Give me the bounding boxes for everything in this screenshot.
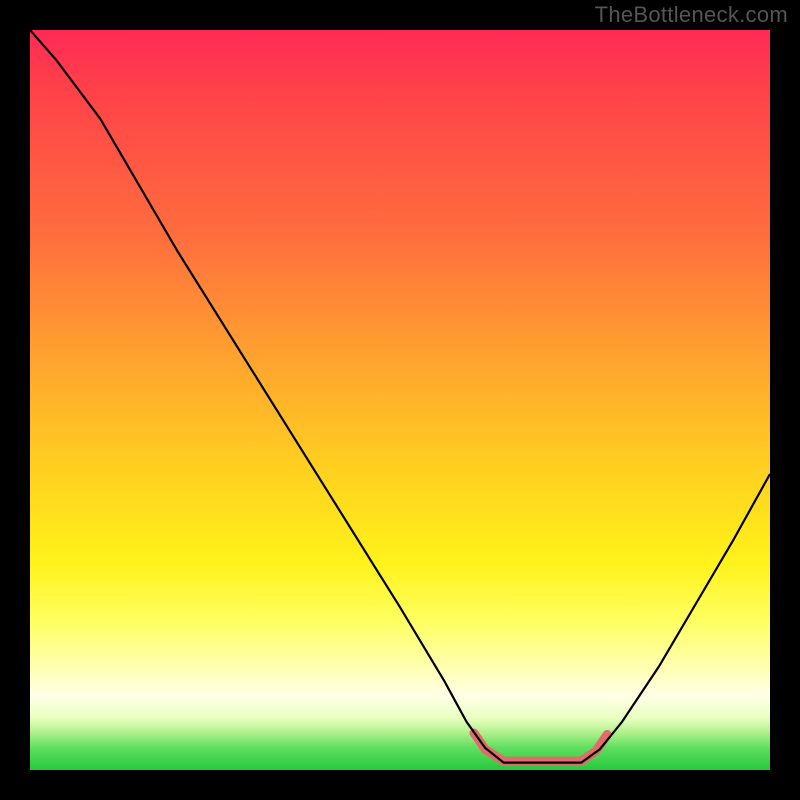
watermark-label: TheBottleneck.com [595,2,788,28]
valley-highlight-path [474,733,607,761]
main-curve-path [30,30,770,763]
plot-area [30,30,770,770]
curve-layer [30,30,770,770]
chart-stage: TheBottleneck.com [0,0,800,800]
